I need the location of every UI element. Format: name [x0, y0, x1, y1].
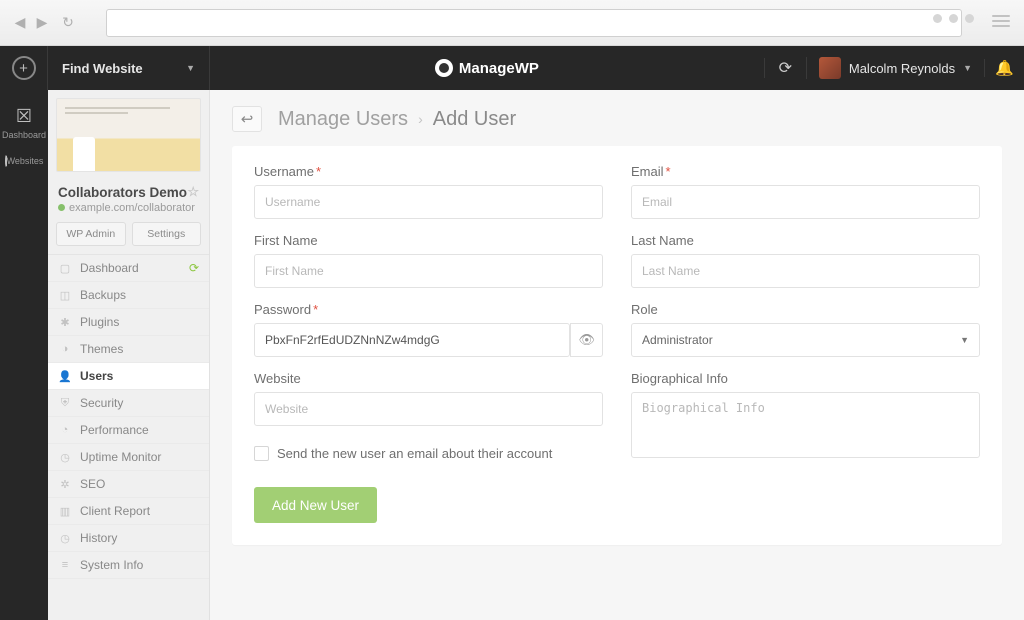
menu-seo[interactable]: ✲SEO [48, 471, 209, 498]
site-settings-button[interactable]: Settings [132, 222, 202, 246]
globe-icon [5, 155, 7, 167]
breadcrumb-parent[interactable]: Manage Users [278, 108, 408, 131]
rail-label: Websites [7, 156, 44, 166]
brand: ManageWP [210, 46, 764, 90]
menu-system-info[interactable]: ≡System Info [48, 552, 209, 579]
email-input[interactable] [631, 185, 980, 219]
browser-url-bar[interactable] [106, 9, 962, 37]
seo-icon: ✲ [58, 478, 72, 491]
find-website-dropdown[interactable]: Find Website ▼ [48, 46, 210, 90]
plugin-icon: ✱ [58, 316, 72, 329]
menu-performance[interactable]: ◔Performance [48, 417, 209, 444]
add-new-user-button[interactable]: Add New User [254, 487, 377, 523]
main-content: ↩ Manage Users › Add User Username* Emai… [210, 90, 1024, 620]
backup-icon: ◫ [58, 289, 72, 302]
breadcrumb: Manage Users › Add User [278, 108, 516, 131]
firstname-input[interactable] [254, 254, 603, 288]
user-menu[interactable]: Malcolm Reynolds ▼ [806, 57, 984, 79]
breadcrumb-current: Add User [433, 108, 516, 131]
site-name: Collaborators Demo [58, 185, 187, 200]
favorite-star-icon[interactable]: ☆ [187, 184, 199, 200]
history-icon: ◷ [58, 532, 72, 545]
wp-admin-button[interactable]: WP Admin [56, 222, 126, 246]
find-website-label: Find Website [62, 61, 143, 76]
caret-down-icon: ▼ [186, 63, 195, 73]
app-header: + Find Website ▼ ManageWP ⟳ Malcolm Reyn… [0, 46, 1024, 90]
dashboard-icon: ☒ [0, 106, 48, 127]
global-refresh-button[interactable]: ⟳ [764, 58, 806, 78]
info-icon: ≡ [58, 559, 72, 571]
uptime-icon: ◷ [58, 451, 72, 464]
brand-logo-icon [435, 59, 453, 77]
menu-plugins[interactable]: ✱Plugins [48, 309, 209, 336]
chevron-down-icon: ▼ [960, 335, 969, 345]
menu-uptime[interactable]: ◷Uptime Monitor [48, 444, 209, 471]
gauge-icon: ◔ [58, 424, 72, 436]
browser-forward-icon[interactable]: ▶ [34, 15, 50, 31]
menu-dashboard[interactable]: ▢Dashboard⟳ [48, 255, 209, 282]
website-input[interactable] [254, 392, 603, 426]
menu-users[interactable]: 👤Users [48, 363, 209, 390]
rail-websites[interactable]: Websites [0, 150, 48, 176]
username-label: Username* [254, 164, 603, 179]
status-dot-icon [58, 204, 65, 211]
menu-history[interactable]: ◷History [48, 525, 209, 552]
caret-down-icon: ▼ [963, 63, 972, 73]
password-input[interactable] [254, 323, 570, 357]
password-label: Password* [254, 302, 603, 317]
role-value: Administrator [642, 333, 713, 347]
bio-textarea[interactable] [631, 392, 980, 458]
bio-label: Biographical Info [631, 371, 980, 386]
user-name: Malcolm Reynolds [849, 61, 955, 76]
theme-icon: ◑ [58, 343, 72, 355]
eye-slash-icon: 👁 [578, 332, 595, 348]
window-dots [933, 14, 974, 23]
role-select[interactable]: Administrator ▼ [631, 323, 980, 357]
brand-name: ManageWP [459, 60, 539, 77]
menu-client-report[interactable]: ▥Client Report [48, 498, 209, 525]
menu-backups[interactable]: ◫Backups [48, 282, 209, 309]
site-url: example.com/collaborator [48, 202, 209, 222]
role-label: Role [631, 302, 980, 317]
sync-icon[interactable]: ⟳ [189, 261, 199, 275]
monitor-icon: ▢ [58, 262, 72, 275]
browser-reload-icon[interactable]: ↻ [60, 15, 76, 31]
send-email-checkbox[interactable] [254, 446, 269, 461]
lastname-label: Last Name [631, 233, 980, 248]
toggle-password-visibility-button[interactable]: 👁 [570, 323, 603, 357]
send-email-label: Send the new user an email about their a… [277, 446, 552, 461]
menu-themes[interactable]: ◑Themes [48, 336, 209, 363]
report-icon: ▥ [58, 505, 72, 518]
lastname-input[interactable] [631, 254, 980, 288]
site-menu: ▢Dashboard⟳ ◫Backups ✱Plugins ◑Themes 👤U… [48, 254, 209, 579]
site-thumbnail[interactable] [56, 98, 201, 172]
rail-dashboard[interactable]: ☒ Dashboard [0, 100, 48, 150]
add-user-form: Username* Email* First Name Last Name [232, 146, 1002, 545]
site-sidebar: Collaborators Demo ☆ example.com/collabo… [48, 90, 210, 620]
website-label: Website [254, 371, 603, 386]
add-site-button[interactable]: + [0, 46, 48, 90]
browser-chrome: ◀ ▶ ↻ [0, 0, 1024, 46]
email-label: Email* [631, 164, 980, 179]
avatar [819, 57, 841, 79]
firstname-label: First Name [254, 233, 603, 248]
chevron-right-icon: › [418, 111, 423, 127]
users-icon: 👤 [58, 370, 72, 383]
shield-icon: ⛨ [58, 397, 72, 410]
notifications-button[interactable]: 🔔 [984, 59, 1024, 77]
menu-security[interactable]: ⛨Security [48, 390, 209, 417]
browser-menu-icon[interactable] [992, 15, 1010, 30]
username-input[interactable] [254, 185, 603, 219]
browser-back-icon[interactable]: ◀ [12, 15, 28, 31]
rail-label: Dashboard [2, 130, 46, 140]
nav-rail: ☒ Dashboard Websites [0, 90, 48, 620]
back-button[interactable]: ↩ [232, 106, 262, 132]
